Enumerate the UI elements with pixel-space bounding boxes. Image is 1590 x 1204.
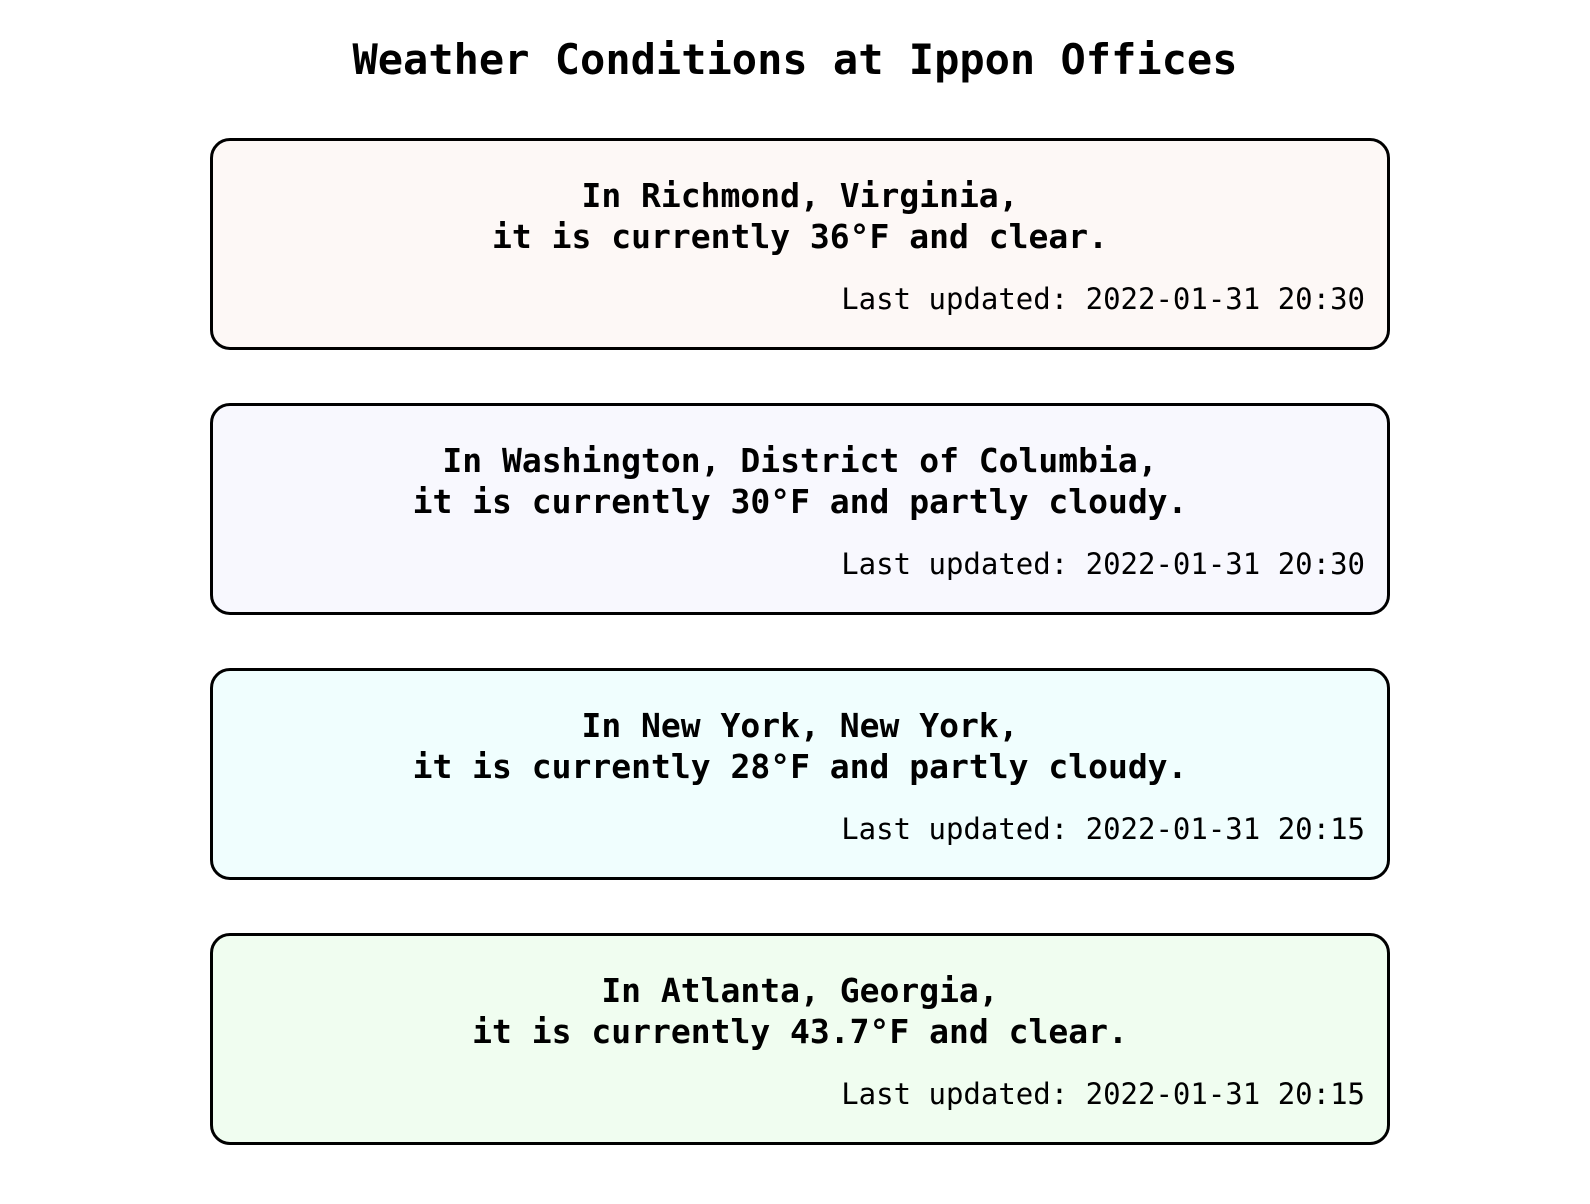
weather-card-washington: In Washington, District of Columbia, it … [210,403,1390,615]
last-updated-text: Last updated: 2022-01-31 20:30 [841,547,1365,581]
weather-card-list: In Richmond, Virginia, it is currently 3… [210,138,1390,1198]
weather-message: In Washington, District of Columbia, it … [213,440,1387,522]
weather-card-richmond: In Richmond, Virginia, it is currently 3… [210,138,1390,350]
condition-line: it is currently 30°F and partly cloudy. [412,482,1188,521]
weather-message: In New York, New York, it is currently 2… [213,705,1387,787]
condition-line: it is currently 43.7°F and clear. [472,1012,1128,1051]
location-line: In Washington, District of Columbia, [442,441,1158,480]
location-line: In Richmond, Virginia, [581,176,1019,215]
last-updated-text: Last updated: 2022-01-31 20:15 [841,1077,1365,1111]
last-updated-text: Last updated: 2022-01-31 20:30 [841,282,1365,316]
weather-card-atlanta: In Atlanta, Georgia, it is currently 43.… [210,933,1390,1145]
weather-message: In Atlanta, Georgia, it is currently 43.… [213,970,1387,1052]
location-line: In New York, New York, [581,706,1019,745]
location-line: In Atlanta, Georgia, [601,971,999,1010]
condition-line: it is currently 36°F and clear. [492,217,1108,256]
condition-line: it is currently 28°F and partly cloudy. [412,747,1188,786]
weather-message: In Richmond, Virginia, it is currently 3… [213,175,1387,257]
last-updated-text: Last updated: 2022-01-31 20:15 [841,812,1365,846]
weather-card-new-york: In New York, New York, it is currently 2… [210,668,1390,880]
page-title: Weather Conditions at Ippon Offices [352,35,1238,84]
